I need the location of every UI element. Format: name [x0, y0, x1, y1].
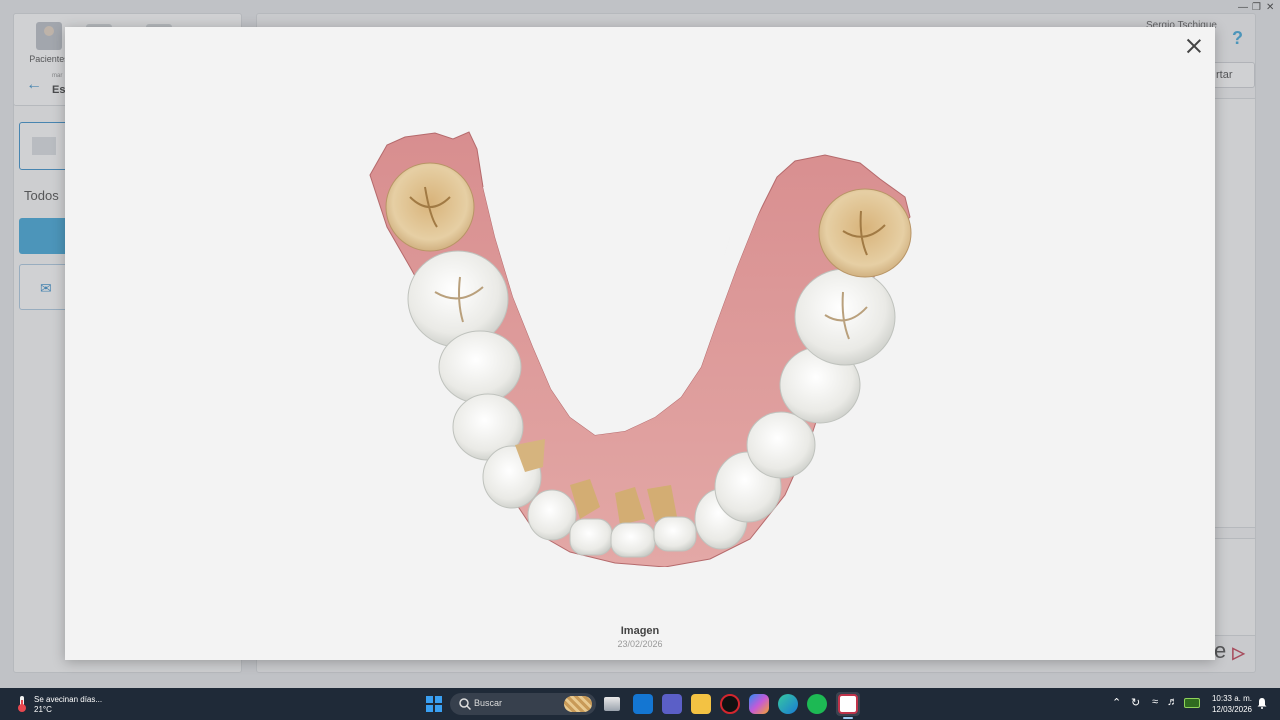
- notification-bell-icon[interactable]: [1256, 697, 1268, 709]
- central-incisor: [653, 516, 697, 552]
- active-app-indicator: [843, 717, 853, 719]
- record-icon[interactable]: [720, 694, 740, 714]
- search-icon: [459, 698, 472, 711]
- outlook-icon[interactable]: [633, 694, 653, 714]
- clock-date: 12/03/2026: [1211, 705, 1252, 714]
- central-incisor: [569, 518, 613, 556]
- teams-icon[interactable]: [662, 694, 682, 714]
- chevron-up-icon[interactable]: ⌃: [1112, 696, 1121, 709]
- close-icon[interactable]: [1183, 35, 1205, 57]
- taskbar-search[interactable]: Buscar: [450, 693, 596, 715]
- edge-icon[interactable]: [778, 694, 798, 714]
- image-viewer-modal: Imagen 23/02/2026: [65, 27, 1215, 660]
- image-caption-title: Imagen: [620, 625, 660, 637]
- system-clock[interactable]: 10:33 a. m. 12/03/2026: [1206, 693, 1252, 715]
- task-view-icon[interactable]: [604, 697, 620, 711]
- volume-icon[interactable]: ♬: [1167, 696, 1178, 708]
- windows-start-icon[interactable]: [426, 696, 442, 712]
- search-placeholder: Buscar: [474, 698, 503, 708]
- taskbar: Se avecinan días... 21°C Buscar ⌃ ↻ ≈ ♬ …: [0, 688, 1280, 720]
- weather-widget[interactable]: Se avecinan días... 21°C: [14, 693, 134, 715]
- wifi-icon[interactable]: ≈: [1152, 696, 1158, 708]
- search-highlight-icon: [564, 696, 592, 712]
- clock-time: 10:33 a. m.: [1211, 694, 1252, 703]
- battery-icon[interactable]: [1184, 698, 1200, 708]
- spotify-icon[interactable]: [807, 694, 827, 714]
- dental-app-icon[interactable]: [838, 694, 858, 714]
- central-incisor: [610, 522, 656, 558]
- dental-scan-image: [369, 131, 912, 567]
- sync-icon[interactable]: ↻: [1131, 696, 1140, 709]
- molar: [794, 268, 896, 366]
- premolar: [438, 330, 522, 404]
- file-explorer-icon[interactable]: [691, 694, 711, 714]
- weather-temp: 21°C: [34, 705, 52, 714]
- lateral-incisor: [527, 489, 577, 541]
- thermometer-icon: [18, 696, 26, 712]
- image-caption-date: 23/02/2026: [617, 639, 663, 649]
- premolar: [746, 411, 816, 479]
- molar-stained-right: [818, 188, 912, 278]
- copilot-icon[interactable]: [749, 694, 769, 714]
- weather-forecast: Se avecinan días...: [34, 695, 103, 704]
- weather-text: Se avecinan días... 21°C: [34, 695, 102, 715]
